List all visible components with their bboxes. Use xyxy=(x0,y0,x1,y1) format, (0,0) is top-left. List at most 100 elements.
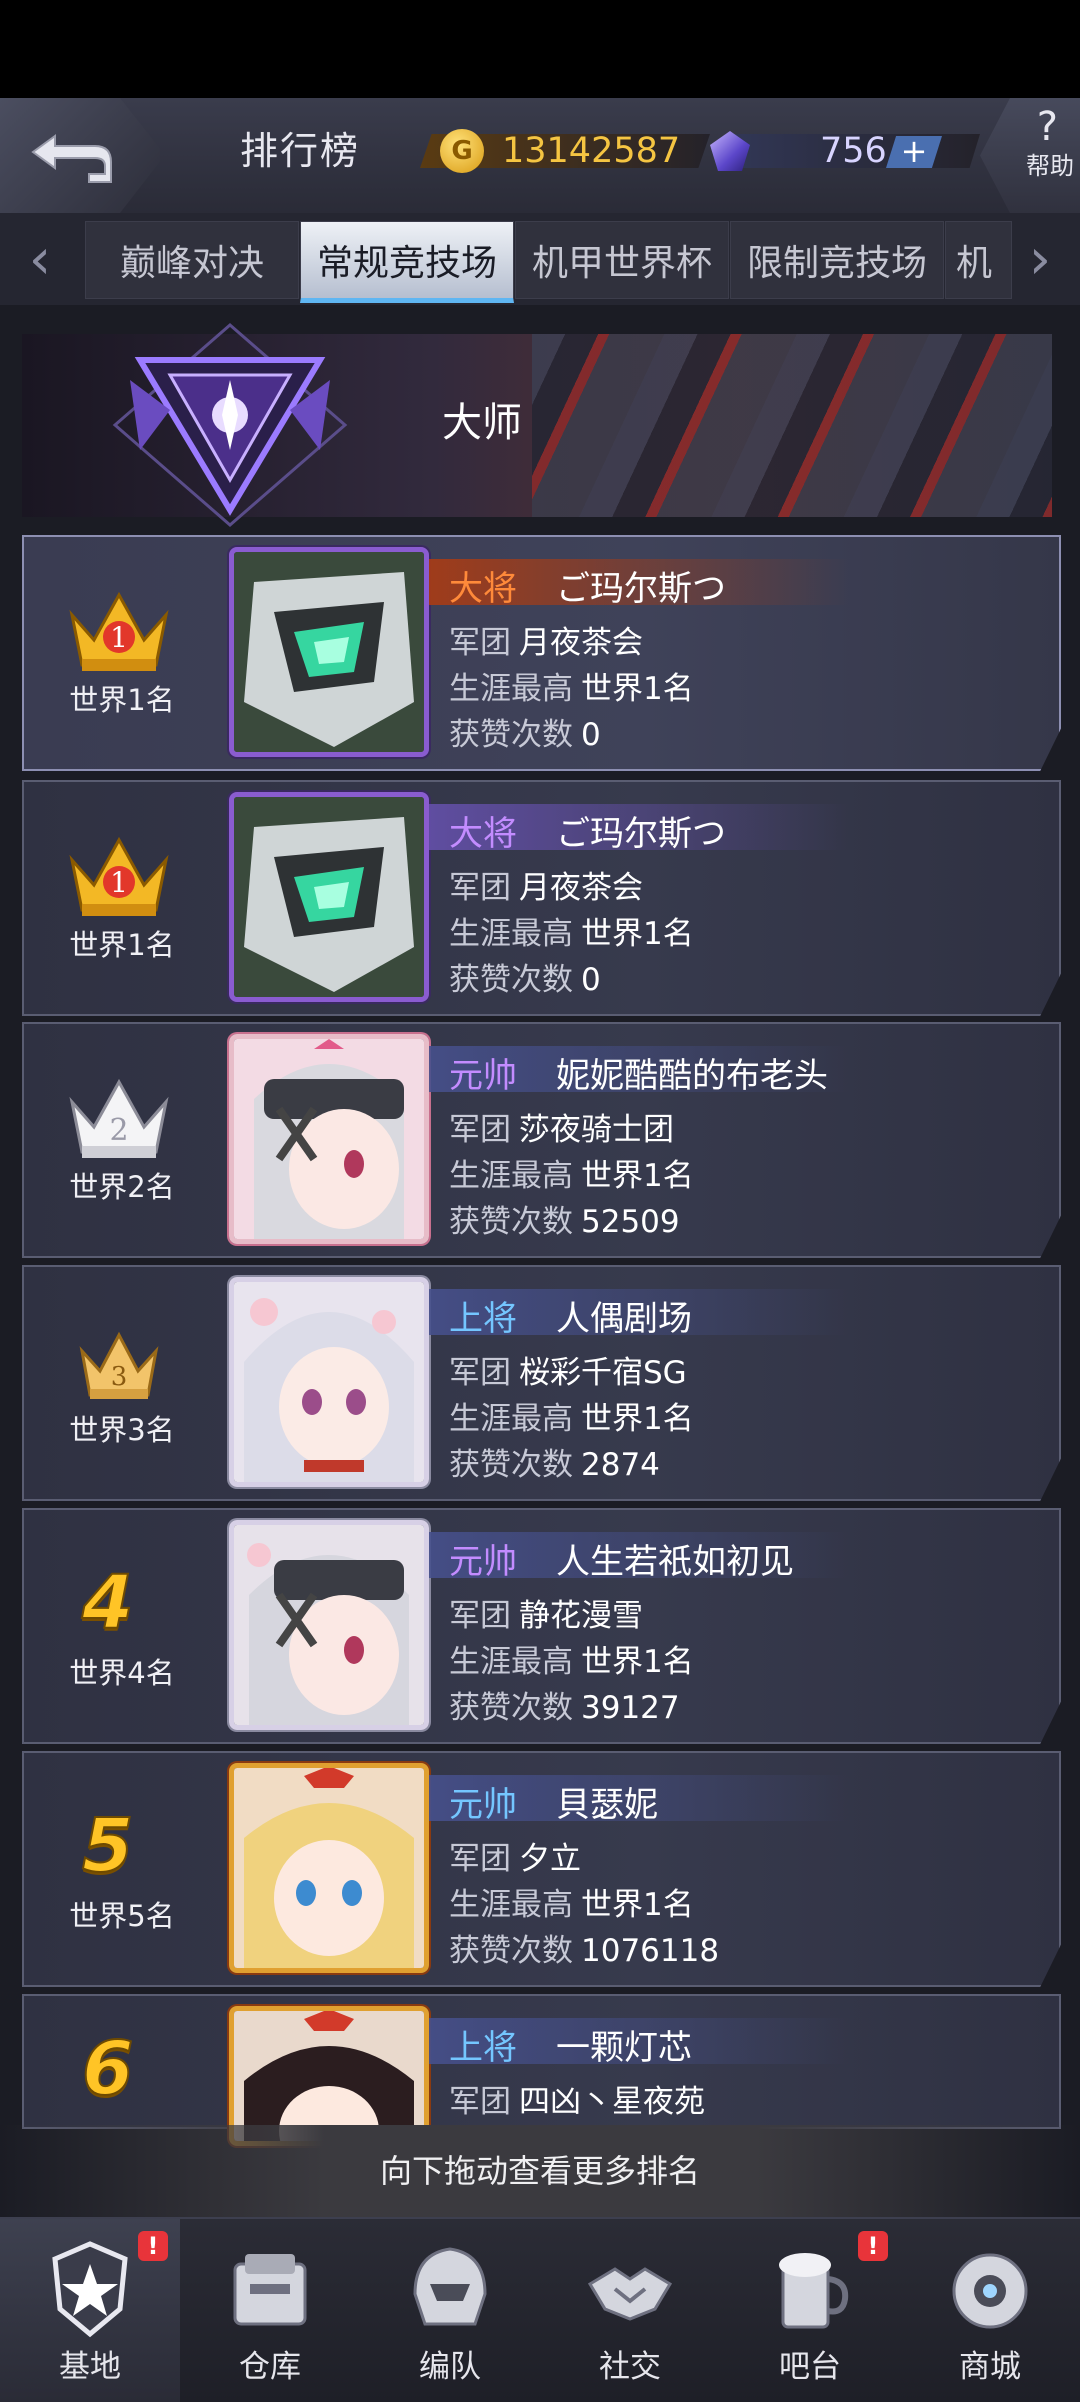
scroll-hint: 向下拖动查看更多排名 xyxy=(0,2125,1080,2217)
military-title: 元帅 xyxy=(449,1542,517,1582)
silver-crown-icon: 2 xyxy=(69,1078,169,1158)
likes-label: 获赞次数 xyxy=(449,1447,573,1483)
back-arrow-icon xyxy=(31,133,112,183)
player-name: 一颗灯芯 xyxy=(556,2028,692,2068)
military-title: 元帅 xyxy=(449,1785,517,1825)
anime-girl-portrait-icon xyxy=(234,1282,424,1482)
legion-label: 军团 xyxy=(449,2084,511,2120)
gem-counter: 756 + xyxy=(710,126,980,176)
rank-number: 5 xyxy=(81,1802,134,1890)
ranking-row[interactable]: 3 世界3名 上将 人偶剧场 军团 桜彩千宿SG 生涯最高 世界1名 获赞次数 287… xyxy=(22,1265,1061,1501)
nav-shop[interactable]: 商城 xyxy=(900,2219,1080,2402)
military-title: 大将 xyxy=(449,569,517,609)
player-name: ご玛尔斯つ xyxy=(556,569,726,609)
likes-value: 0 xyxy=(581,717,601,753)
nav-label: 编队 xyxy=(419,2349,481,2385)
world-rank: 世界1名 xyxy=(69,928,175,962)
help-button[interactable]: ? 帮助 xyxy=(980,98,1080,213)
nav-social[interactable]: 社交 xyxy=(540,2219,720,2402)
legion-value: 四凶丶星夜苑 xyxy=(519,2084,705,2120)
back-button[interactable] xyxy=(0,98,160,213)
player-name: 人生若祇如初见 xyxy=(556,1542,794,1582)
gold-crown-icon: 1 xyxy=(69,836,169,916)
career-best-label: 生涯最高 xyxy=(449,1644,573,1680)
player-name: 人偶剧场 xyxy=(556,1299,692,1339)
career-best-value: 世界1名 xyxy=(581,916,694,952)
likes-label: 获赞次数 xyxy=(449,962,573,998)
help-label: 帮助 xyxy=(1026,152,1074,180)
status-bar xyxy=(0,0,1080,98)
nav-warehouse[interactable]: 仓库 xyxy=(180,2219,360,2402)
legion-value: 莎夜骑士团 xyxy=(519,1112,674,1148)
crown-rank-number: 1 xyxy=(110,866,128,899)
ranking-row[interactable]: 2 世界2名 元帅 妮妮酷酷的布老头 军团 莎夜骑士团 生涯最高 世界1名 获赞次数… xyxy=(22,1022,1061,1258)
rank-number: 4 xyxy=(81,1559,134,1647)
tab-mecha-world-cup[interactable]: 机甲世界杯 xyxy=(515,221,729,299)
beer-mug-icon xyxy=(779,2253,849,2329)
anime-girl-portrait-icon xyxy=(234,1768,424,1968)
tab-peak-duel[interactable]: 巅峰对决 xyxy=(85,221,299,299)
ranking-row[interactable]: 4 世界4名 元帅 人生若祇如初见 军团 静花漫雪 生涯最高 世界1名 获赞次数 39… xyxy=(22,1508,1061,1744)
career-best-value: 世界1名 xyxy=(581,671,694,707)
legion-label: 军团 xyxy=(449,870,511,906)
career-best-label: 生涯最高 xyxy=(449,1887,573,1923)
avatar xyxy=(229,1034,429,1244)
world-rank: 世界2名 xyxy=(69,1170,175,1204)
world-rank: 世界5名 xyxy=(69,1899,175,1933)
nav-label: 吧台 xyxy=(779,2349,841,2385)
nav-formation[interactable]: 编队 xyxy=(360,2219,540,2402)
world-rank: 世界1名 xyxy=(69,683,175,717)
legion-label: 军团 xyxy=(449,1355,511,1391)
robot-head-icon xyxy=(952,2253,1028,2329)
career-best-label: 生涯最高 xyxy=(449,1401,573,1437)
tab-restricted-arena[interactable]: 限制竞技场 xyxy=(730,221,944,299)
career-best-value: 世界1名 xyxy=(581,1158,694,1194)
nav-base[interactable]: ! 基地 xyxy=(0,2219,180,2402)
likes-label: 获赞次数 xyxy=(449,1204,573,1240)
avatar xyxy=(229,547,429,757)
coin-value: 13142587 xyxy=(502,131,681,171)
page-title: 排行榜 xyxy=(240,129,361,173)
likes-label: 获赞次数 xyxy=(449,1933,573,1969)
star-emblem-icon xyxy=(52,2241,128,2338)
tab-partial[interactable]: 机 xyxy=(945,221,1012,299)
world-rank: 世界3名 xyxy=(69,1413,175,1447)
tab-regular-arena[interactable]: 常规竞技场 xyxy=(300,221,514,303)
handshake-icon xyxy=(587,2267,673,2321)
ranking-row[interactable]: 1 世界1名 大将 ご玛尔斯つ 军团 月夜茶会 生涯最高 世界1名 获赞次数 0 xyxy=(22,780,1061,1016)
coin-counter: G 13142587 xyxy=(410,126,710,176)
anime-girl-portrait-icon xyxy=(234,1039,424,1239)
tier-name: 大师 xyxy=(442,400,522,446)
ranking-row[interactable]: 6 上将 一颗灯芯 军团 四凶丶星夜苑 xyxy=(22,1994,1061,2146)
nav-label: 社交 xyxy=(599,2349,661,2385)
ranking-row[interactable]: 5 世界5名 元帅 貝瑟妮 军团 夕立 生涯最高 世界1名 获赞次数 1076118 xyxy=(22,1751,1061,1987)
tab-scroll-left-icon[interactable]: ‹ xyxy=(5,213,75,305)
nav-bar[interactable]: ! 吧台 xyxy=(720,2219,900,2402)
nav-label: 商城 xyxy=(959,2349,1021,2385)
likes-value: 52509 xyxy=(581,1204,680,1240)
legion-value: 月夜茶会 xyxy=(519,870,643,906)
notification-badge: ! xyxy=(858,2231,888,2261)
likes-label: 获赞次数 xyxy=(449,1690,573,1726)
mecha-helmet-icon xyxy=(413,2247,487,2326)
tab-scroll-right-icon[interactable]: › xyxy=(1005,213,1075,305)
player-name: 妮妮酷酷的布老头 xyxy=(556,1056,828,1096)
ranking-row[interactable]: 1 世界1名 大将 ご玛尔斯つ 军团 月夜茶会 生涯最高 世界1名 获赞次数 0 xyxy=(22,535,1061,771)
avatar xyxy=(229,1520,429,1730)
career-best-label: 生涯最高 xyxy=(449,1158,573,1194)
career-best-label: 生涯最高 xyxy=(449,671,573,707)
crown-rank-number: 3 xyxy=(111,1362,128,1392)
avatar xyxy=(229,1277,429,1487)
military-title: 上将 xyxy=(449,1299,517,1339)
player-name: ご玛尔斯つ xyxy=(556,814,726,854)
likes-value: 39127 xyxy=(581,1690,680,1726)
legion-value: 月夜茶会 xyxy=(519,625,643,661)
legion-label: 军团 xyxy=(449,1598,511,1634)
likes-value: 2874 xyxy=(581,1447,660,1483)
warehouse-crate-icon xyxy=(233,2254,307,2326)
military-title: 上将 xyxy=(449,2028,517,2068)
career-best-value: 世界1名 xyxy=(581,1401,694,1437)
crown-rank-number: 2 xyxy=(109,1113,128,1148)
career-best-value: 世界1名 xyxy=(581,1887,694,1923)
military-title: 元帅 xyxy=(449,1056,517,1096)
